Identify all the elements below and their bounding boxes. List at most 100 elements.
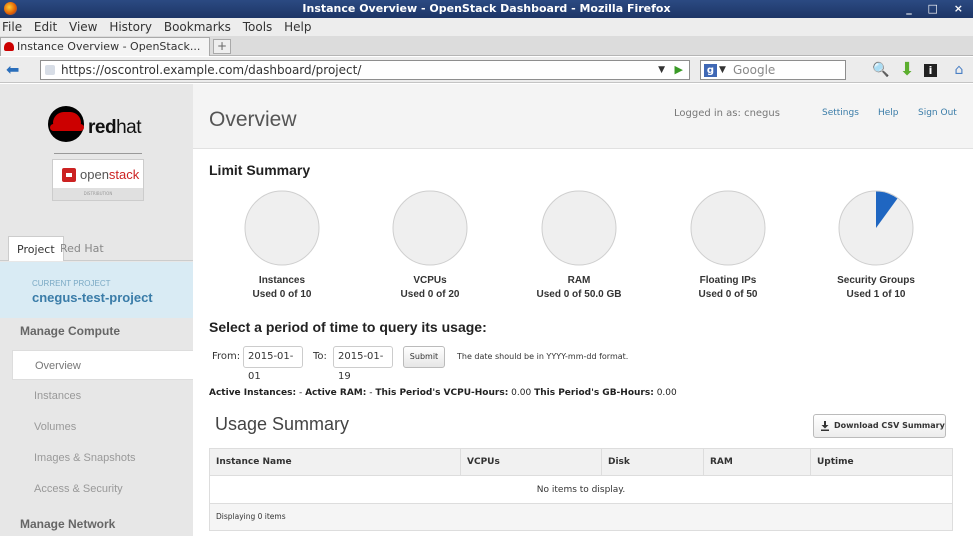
table-header: Instance Name VCPUs Disk RAM Uptime — [210, 449, 952, 476]
tab-title: Instance Overview - OpenStack... — [17, 40, 201, 53]
menu-tools[interactable]: Tools — [243, 20, 273, 34]
date-format-hint: The date should be in YYYY-mm-dd format. — [457, 352, 629, 361]
redhat-favicon-icon — [4, 42, 14, 51]
home-icon[interactable]: ⌂ — [950, 61, 968, 79]
pie-background — [392, 190, 468, 266]
window-controls[interactable]: _ □ × — [906, 0, 969, 18]
current-project-name: cnegus-test-project — [32, 290, 153, 305]
openstack-wordmark-a: open — [80, 167, 109, 182]
vcpu-hours-label: This Period's VCPU-Hours: — [375, 388, 509, 398]
pie-background — [244, 190, 320, 266]
column-uptime[interactable]: Uptime — [810, 449, 952, 476]
limit-label-floating-ips: Floating IPs Used 0 of 50 — [658, 274, 798, 302]
logo-divider — [54, 153, 142, 154]
download-arrow-icon[interactable]: ⬇ — [898, 61, 916, 79]
info-icon[interactable]: i — [924, 64, 937, 77]
sidebar-tabs: Project Red Hat — [0, 234, 193, 261]
limit-label-ram: RAM Used 0 of 50.0 GB — [509, 274, 649, 302]
column-vcpus[interactable]: VCPUs — [460, 449, 601, 476]
vcpu-hours-value: 0.00 — [511, 388, 532, 398]
limit-name: Security Groups — [837, 275, 915, 286]
current-project-label: CURRENT PROJECT — [32, 279, 111, 288]
pie-ram — [541, 190, 617, 266]
menu-bar: File Edit View History Bookmarks Tools H… — [0, 18, 973, 36]
limit-name: Floating IPs — [699, 275, 757, 286]
current-project-selector[interactable]: CURRENT PROJECT cnegus-test-project — [0, 262, 193, 318]
column-instance-name[interactable]: Instance Name — [210, 449, 460, 476]
active-ram-value: - — [369, 388, 373, 398]
menu-history[interactable]: History — [109, 20, 152, 34]
url-dropdown-icon[interactable]: ▼ — [658, 61, 665, 79]
limit-label-security-groups: Security Groups Used 1 of 10 — [806, 274, 946, 302]
redhat-wordmark-light: hat — [116, 117, 141, 138]
menu-edit[interactable]: Edit — [34, 20, 57, 34]
section-manage-network: Manage Network — [20, 517, 116, 531]
search-bar[interactable]: g ▼ Google — [700, 60, 846, 80]
active-ram-label: Active RAM: — [305, 388, 367, 398]
menu-view[interactable]: View — [69, 20, 97, 34]
active-instances-label: Active Instances: — [209, 388, 297, 398]
section-manage-compute: Manage Compute — [20, 324, 121, 338]
go-arrow-icon[interactable]: ▶ — [675, 61, 683, 79]
nav-bar: ⬅ https://oscontrol.example.com/dashboar… — [0, 57, 973, 83]
search-engine-dropdown-icon[interactable]: ▼ — [719, 61, 726, 79]
menu-file[interactable]: File — [2, 20, 22, 34]
sidebar-item-instances[interactable]: Instances — [12, 381, 193, 411]
redhat-hat-brim — [50, 124, 84, 131]
pie-floating-ips — [690, 190, 766, 266]
openstack-logo-band: DISTRIBUTION — [53, 188, 143, 200]
google-engine-icon[interactable]: g — [704, 64, 717, 77]
sidebar-item-volumes[interactable]: Volumes — [12, 412, 193, 442]
tab-red-hat[interactable]: Red Hat — [52, 236, 112, 261]
window-title: Instance Overview - OpenStack Dashboard … — [302, 2, 671, 15]
submit-button[interactable]: Submit — [403, 346, 445, 368]
usage-summary-title: Usage Summary — [215, 414, 350, 434]
page-header: Overview Logged in as: cnegus Settings H… — [193, 84, 973, 149]
menu-bookmarks[interactable]: Bookmarks — [164, 20, 231, 34]
sidebar-item-images-snapshots[interactable]: Images & Snapshots — [12, 443, 193, 473]
binoculars-icon[interactable]: 🔍 — [872, 61, 890, 79]
to-date-input[interactable]: 2015-01-19 — [333, 346, 393, 382]
search-placeholder: Google — [733, 63, 776, 77]
pie-vcpus — [392, 190, 468, 266]
from-date-input[interactable]: 2015-01-01 — [243, 346, 303, 382]
usage-table: Instance Name VCPUs Disk RAM Uptime No i… — [209, 448, 953, 531]
sidebar: redhat openstack DISTRIBUTION Project Re… — [0, 84, 193, 536]
site-identity-icon[interactable] — [45, 65, 55, 75]
download-csv-button[interactable]: Download CSV Summary — [813, 414, 946, 438]
pie-security-groups — [838, 190, 914, 266]
sidebar-item-access-security[interactable]: Access & Security — [12, 474, 193, 504]
gb-hours-value: 0.00 — [656, 388, 677, 398]
limit-usage: Used 0 of 20 — [400, 289, 460, 300]
gb-hours-label: This Period's GB-Hours: — [534, 388, 654, 398]
back-arrow-icon[interactable]: ⬅ — [6, 61, 24, 79]
url-bar[interactable]: https://oscontrol.example.com/dashboard/… — [40, 60, 690, 80]
openstack-logo: openstack DISTRIBUTION — [52, 159, 144, 201]
new-tab-button[interactable]: + — [213, 39, 231, 54]
menu-help[interactable]: Help — [284, 20, 311, 34]
limit-usage: Used 0 of 50 — [698, 289, 758, 300]
query-period-title: Select a period of time to query its usa… — [209, 319, 487, 335]
tab-instance-overview[interactable]: Instance Overview - OpenStack... — [0, 37, 210, 56]
pie-instances — [244, 190, 320, 266]
limit-usage: Used 0 of 10 — [252, 289, 312, 300]
active-usage-summary: Active Instances: - Active RAM: - This P… — [209, 388, 677, 398]
redhat-wordmark-bold: red — [88, 117, 117, 138]
limit-name: RAM — [567, 275, 591, 286]
pie-background — [541, 190, 617, 266]
sign-out-link[interactable]: Sign Out — [918, 108, 957, 118]
openstack-logo-icon — [62, 168, 76, 182]
redhat-logo: redhat — [48, 106, 158, 146]
to-label: To: — [313, 351, 327, 362]
column-ram[interactable]: RAM — [703, 449, 810, 476]
page-title: Overview — [209, 108, 297, 131]
column-disk[interactable]: Disk — [601, 449, 703, 476]
table-empty-row: No items to display. — [210, 476, 952, 504]
limit-label-vcpus: VCPUs Used 0 of 20 — [360, 274, 500, 302]
help-link[interactable]: Help — [878, 108, 899, 118]
table-footer: Displaying 0 items — [210, 504, 952, 530]
window-titlebar: Instance Overview - OpenStack Dashboard … — [0, 0, 973, 18]
settings-link[interactable]: Settings — [822, 108, 859, 118]
openstack-wordmark: openstack — [80, 167, 139, 182]
sidebar-item-overview[interactable]: Overview — [12, 350, 193, 380]
